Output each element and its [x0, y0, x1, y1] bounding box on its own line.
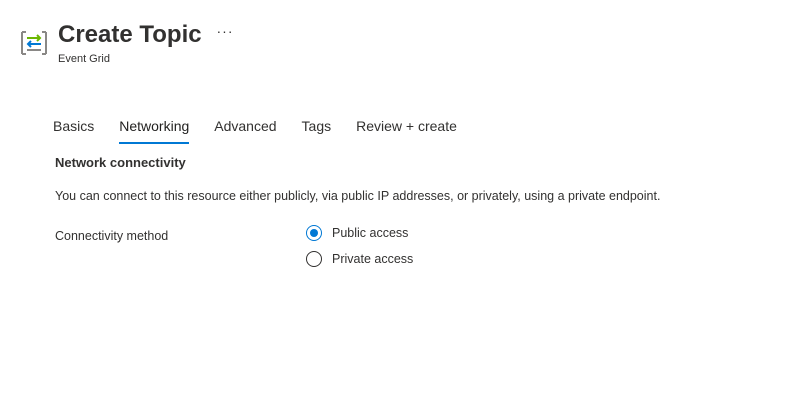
connectivity-method-radio-group: Public access Private access [306, 224, 413, 276]
network-connectivity-heading: Network connectivity [55, 155, 186, 170]
tab-networking[interactable]: Networking [119, 114, 190, 144]
tab-basics[interactable]: Basics [53, 114, 94, 144]
public-access-label[interactable]: Public access [332, 225, 408, 242]
tab-bar: Basics Networking Advanced Tags Review +… [53, 114, 482, 144]
more-options-button[interactable]: ··· [214, 22, 236, 44]
page-title: Create Topic [58, 21, 202, 48]
event-grid-topic-icon [21, 31, 47, 55]
network-connectivity-description: You can connect to this resource either … [55, 189, 661, 203]
private-access-label[interactable]: Private access [332, 251, 413, 268]
tab-advanced[interactable]: Advanced [214, 114, 276, 144]
create-topic-page: Create Topic ··· Event Grid Basics Netwo… [0, 0, 789, 411]
radio-selected-dot [310, 229, 318, 237]
tab-review-create[interactable]: Review + create [356, 114, 457, 144]
connectivity-method-label: Connectivity method [55, 229, 169, 243]
private-access-option[interactable]: Private access [306, 250, 413, 268]
page-subtitle: Event Grid [58, 53, 110, 65]
public-access-radio[interactable] [306, 225, 322, 241]
tab-tags[interactable]: Tags [302, 114, 332, 144]
private-access-radio[interactable] [306, 251, 322, 267]
public-access-option[interactable]: Public access [306, 224, 413, 242]
